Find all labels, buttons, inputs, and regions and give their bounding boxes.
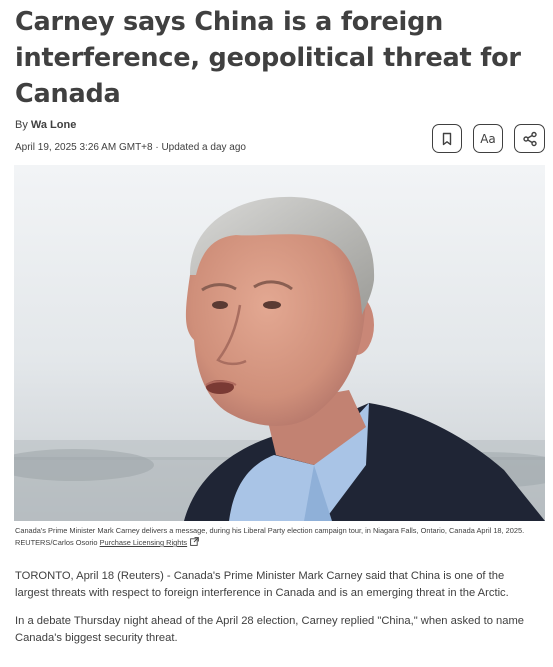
share-button[interactable] bbox=[514, 124, 545, 153]
external-link-icon[interactable] bbox=[190, 537, 199, 550]
article-photo[interactable] bbox=[14, 165, 545, 521]
carney-portrait bbox=[14, 165, 545, 521]
headline: Carney says China is a foreign interfere… bbox=[15, 7, 521, 109]
byline: By Wa Lone bbox=[15, 119, 76, 131]
purchase-licensing-link[interactable]: Purchase Licensing Rights bbox=[100, 538, 188, 547]
byline-prefix: By bbox=[15, 119, 31, 131]
text-size-label: Aa bbox=[480, 131, 496, 146]
share-icon bbox=[522, 131, 537, 146]
dateline: April 19, 2025 3:26 AM GMT+8 · Updated a… bbox=[15, 142, 246, 153]
text-size-button[interactable]: Aa bbox=[473, 124, 503, 153]
photo-caption: Canada's Prime Minister Mark Carney deli… bbox=[15, 525, 540, 550]
article-paragraph: TORONTO, April 18 (Reuters) - Canada's P… bbox=[15, 570, 509, 599]
bookmark-button[interactable] bbox=[432, 124, 462, 153]
bookmark-icon bbox=[442, 132, 452, 145]
article-paragraph: In a debate Thursday night ahead of the … bbox=[15, 615, 525, 644]
author-link[interactable]: Wa Lone bbox=[31, 119, 76, 131]
caption-text: Canada's Prime Minister Mark Carney deli… bbox=[15, 526, 525, 547]
